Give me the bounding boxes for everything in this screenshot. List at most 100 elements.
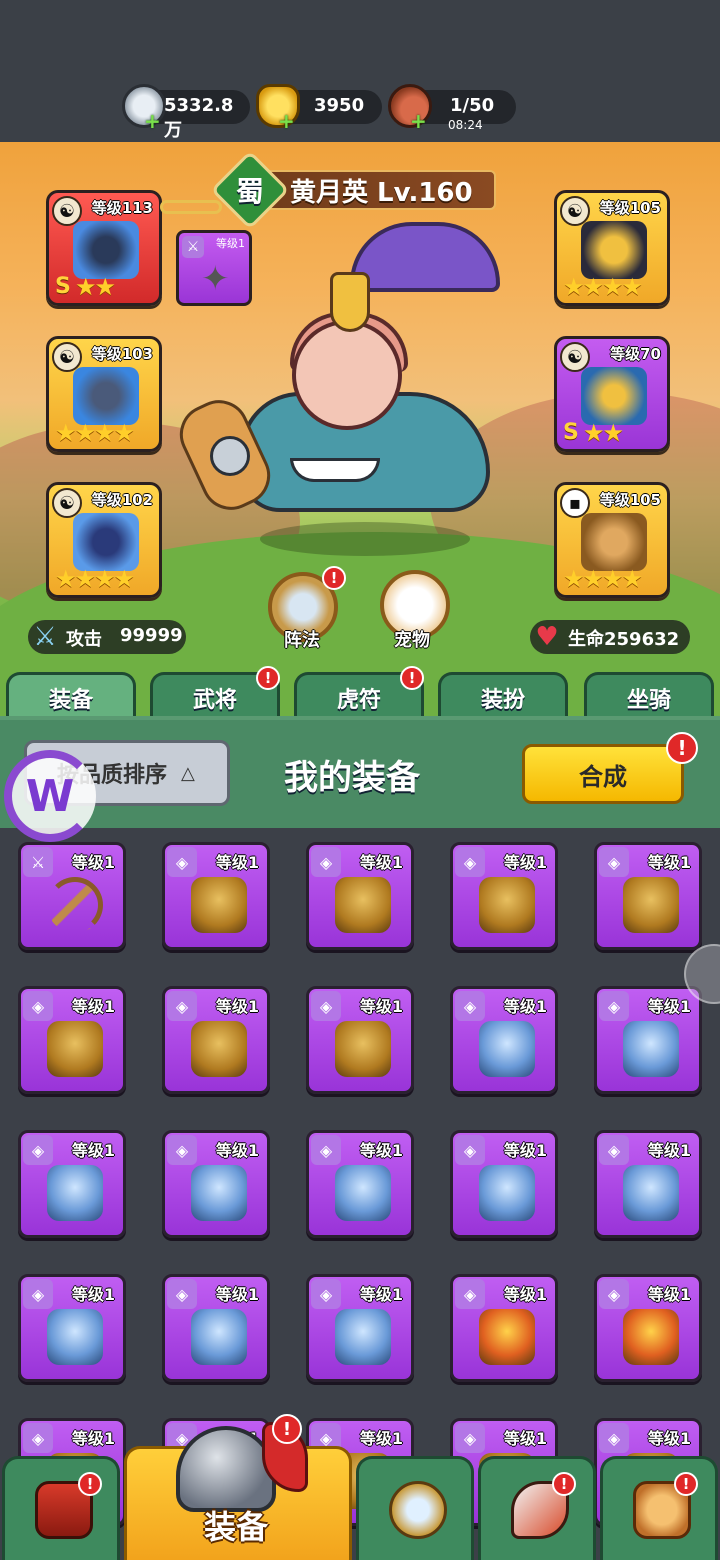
attack-value: 99999 bbox=[120, 625, 183, 646]
equipment-item[interactable]: ◈ 等级1 bbox=[306, 1274, 414, 1382]
horn-alert-badge: ! bbox=[552, 1472, 576, 1496]
equipment-item[interactable]: ◈ 等级1 bbox=[162, 986, 270, 1094]
armor-icon bbox=[479, 1021, 535, 1077]
add-silver-button[interactable]: + bbox=[144, 111, 161, 131]
armor-icon bbox=[479, 1309, 535, 1365]
equipment-item[interactable]: ◈ 等级1 bbox=[594, 1130, 702, 1238]
nav-equipment-label: 装备 bbox=[204, 1508, 269, 1546]
equipment-item[interactable]: ◈ 等级1 bbox=[450, 1274, 558, 1382]
armor-type-icon: ◈ bbox=[167, 1279, 197, 1309]
armor-icon bbox=[623, 1309, 679, 1365]
equip-slot-secondary[interactable]: ⚔ 等级1 ✦ bbox=[176, 230, 252, 306]
stamina-currency[interactable]: 1/50 08:24 + bbox=[388, 84, 516, 132]
nav-upgrade[interactable] bbox=[600, 1456, 718, 1560]
bottom-nav: ! ! ! bbox=[0, 1446, 720, 1560]
equip-slot-armor[interactable]: ☯ 等级103 ★★★★ bbox=[46, 336, 162, 452]
equipment-item[interactable]: ◈ 等级1 bbox=[18, 986, 126, 1094]
slot-level: 等级105 bbox=[599, 491, 661, 509]
heart-icon: ♥ bbox=[535, 622, 559, 652]
armor-icon bbox=[335, 1309, 391, 1365]
item-level: 等级1 bbox=[503, 997, 547, 1016]
watermark-logo-icon: W bbox=[4, 750, 96, 842]
slot-level: 等级102 bbox=[91, 491, 153, 509]
equipment-item[interactable]: ⚔ 等级1 bbox=[18, 842, 126, 950]
merge-button[interactable]: 合成 bbox=[522, 744, 684, 804]
item-level: 等级1 bbox=[647, 853, 691, 872]
armor-type-icon: ◈ bbox=[455, 847, 485, 877]
equipment-item[interactable]: ◈ 等级1 bbox=[594, 842, 702, 950]
equipment-item[interactable]: ◈ 等级1 bbox=[18, 1274, 126, 1382]
equipment-item[interactable]: ◈ 等级1 bbox=[594, 1274, 702, 1382]
add-stamina-button[interactable]: + bbox=[410, 111, 427, 131]
star-rating: ★★★★ bbox=[563, 273, 643, 301]
pet-label: 宠物 bbox=[394, 630, 430, 651]
faction-label: 蜀 bbox=[235, 175, 264, 208]
equipment-panel: 按品质排序 △ 我的装备 合成 ! W ⚔ 等级1 ◈ 等级1 ◈ 等级1 ◈ 等级1 ◈ 等级1… bbox=[0, 716, 720, 1560]
silver-currency[interactable]: 5332.8万 + bbox=[122, 84, 250, 141]
armor-type-icon: ◈ bbox=[599, 847, 629, 877]
generals-alert-badge: ! bbox=[256, 666, 280, 690]
equipment-item[interactable]: ◈ 等级1 bbox=[162, 842, 270, 950]
slot-level: 等级70 bbox=[610, 345, 661, 363]
equipment-item[interactable]: ◈ 等级1 bbox=[306, 986, 414, 1094]
equipment-item[interactable]: ◈ 等级1 bbox=[306, 842, 414, 950]
hp-stat: ♥ 生命259632 bbox=[530, 620, 690, 654]
equipment-item[interactable]: ◈ 等级1 bbox=[450, 842, 558, 950]
add-gold-button[interactable]: + bbox=[278, 111, 295, 131]
item-level: 等级1 bbox=[215, 997, 259, 1016]
tab-outfit[interactable]: 装扮 bbox=[438, 672, 568, 720]
armor-art-icon bbox=[73, 367, 139, 425]
equipment-item[interactable]: ◈ 等级1 bbox=[162, 1130, 270, 1238]
slot-level: 等级105 bbox=[599, 199, 661, 217]
armor-icon bbox=[191, 1309, 247, 1365]
armor-icon bbox=[335, 1165, 391, 1221]
nav-gate[interactable] bbox=[2, 1456, 120, 1560]
nav-battle[interactable] bbox=[356, 1456, 474, 1560]
equipment-item[interactable]: ◈ 等级1 bbox=[162, 1274, 270, 1382]
equip-slot-mount-gear[interactable]: ☯ 等级70 S ★★ bbox=[554, 336, 670, 452]
armor-icon bbox=[47, 1165, 103, 1221]
equipment-item[interactable]: ◈ 等级1 bbox=[450, 986, 558, 1094]
gate-alert-badge: ! bbox=[78, 1472, 102, 1496]
equipment-grid: ⚔ 等级1 ◈ 等级1 ◈ 等级1 ◈ 等级1 ◈ 等级1 ◈ 等级1 ◈ 等级1 ◈ 等级1 ◈ 等级1 ◈ 等级1… bbox=[0, 842, 720, 1526]
triangle-up-icon: △ bbox=[181, 762, 195, 784]
armor-icon bbox=[623, 1165, 679, 1221]
item-level: 等级1 bbox=[503, 1429, 547, 1448]
item-level: 等级1 bbox=[647, 1285, 691, 1304]
armor-icon bbox=[479, 1165, 535, 1221]
equipment-item[interactable]: ◈ 等级1 bbox=[594, 986, 702, 1094]
nav-horn[interactable] bbox=[478, 1456, 596, 1560]
item-level: 等级1 bbox=[71, 1141, 115, 1160]
armor-type-icon: ◈ bbox=[311, 1135, 341, 1165]
equip-slot-weapon[interactable]: ☯ 等级113 S ★★ bbox=[46, 190, 162, 306]
item-level: 等级1 bbox=[503, 853, 547, 872]
equipment-alert-badge: ! bbox=[272, 1414, 302, 1444]
tiger-tally-alert-badge: ! bbox=[400, 666, 424, 690]
currency-bar: 5332.8万 + 3950 + 1/50 08:24 + bbox=[0, 0, 720, 142]
bow-icon bbox=[47, 877, 103, 933]
item-level: 等级1 bbox=[71, 1429, 115, 1448]
star-rating: ★★★★ bbox=[55, 565, 135, 593]
tab-equipment[interactable]: 装备 bbox=[6, 672, 136, 720]
armor-type-icon: ◈ bbox=[311, 847, 341, 877]
armor-type-icon: ◈ bbox=[455, 1135, 485, 1165]
equip-slot-boots[interactable]: ▪ 等级105 ★★★★ bbox=[554, 482, 670, 598]
item-level: 等级1 bbox=[647, 1141, 691, 1160]
armor-type-icon: ◈ bbox=[455, 1423, 485, 1453]
tab-mount[interactable]: 坐骑 bbox=[584, 672, 714, 720]
gold-currency[interactable]: 3950 + bbox=[256, 84, 382, 131]
armor-icon bbox=[479, 877, 535, 933]
item-level: 等级1 bbox=[359, 1141, 403, 1160]
hero-crown-icon bbox=[330, 272, 370, 332]
hero-showcase: 蜀 黄月英 Lv.160 ☯ 等级113 S ★★ ⚔ 等级1 ✦ ☯ 等级10… bbox=[0, 142, 720, 716]
equipment-item[interactable]: ◈ 等级1 bbox=[450, 1130, 558, 1238]
equip-slot-accessory[interactable]: ☯ 等级105 ★★★★ bbox=[554, 190, 670, 306]
shuriken-icon: ✦ bbox=[201, 259, 230, 299]
equipment-item[interactable]: ◈ 等级1 bbox=[306, 1130, 414, 1238]
item-level: 等级1 bbox=[71, 853, 115, 872]
hero-portrait[interactable] bbox=[292, 320, 402, 430]
equipment-item[interactable]: ◈ 等级1 bbox=[18, 1130, 126, 1238]
hero-shadow bbox=[260, 522, 470, 556]
equip-slot-helmet[interactable]: ☯ 等级102 ★★★★ bbox=[46, 482, 162, 598]
star-rating: ★★ bbox=[75, 273, 116, 301]
